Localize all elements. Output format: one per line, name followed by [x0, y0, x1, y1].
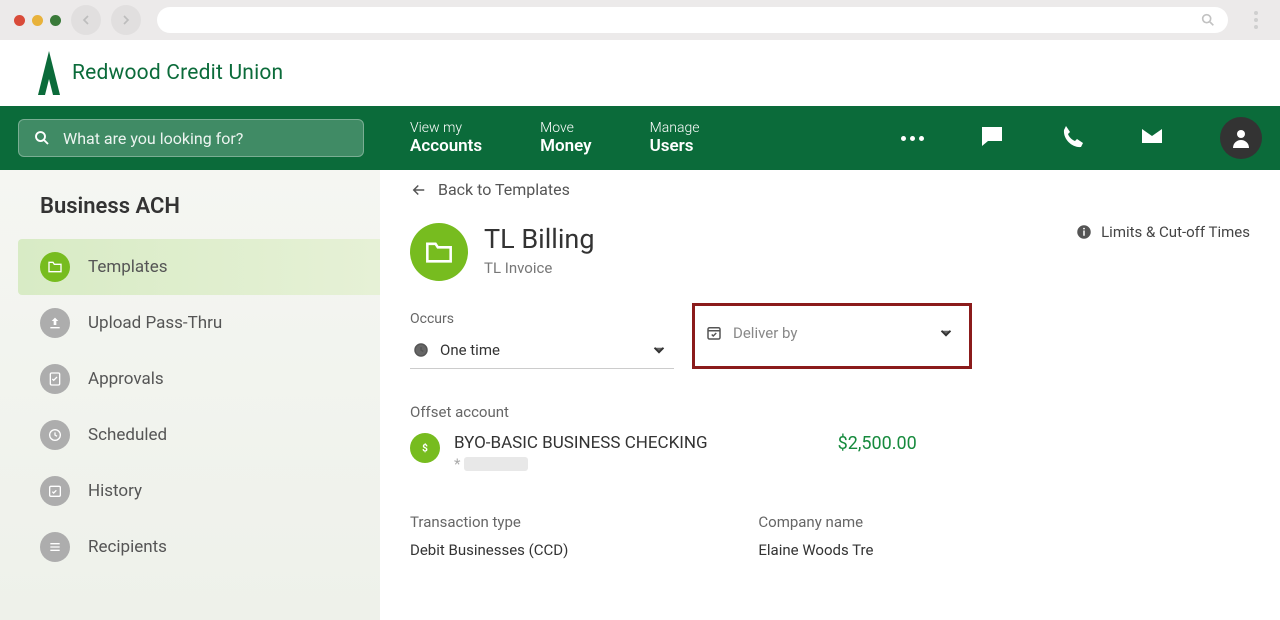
main-content: Back to Templates TL Billing TL Invoice …	[380, 170, 1280, 620]
sidebar-item-history[interactable]: History	[18, 463, 380, 519]
list-icon	[40, 532, 70, 562]
clock-icon	[40, 420, 70, 450]
deliver-by-field-highlight: Deliver by	[692, 303, 972, 369]
back-to-templates[interactable]: Back to Templates	[410, 180, 570, 199]
window-controls	[14, 15, 61, 26]
sidebar-item-upload[interactable]: Upload Pass-Thru	[18, 295, 380, 351]
arrow-left-icon	[410, 181, 428, 199]
folder-icon	[410, 223, 468, 281]
primary-nav: View my Accounts Move Money Manage Users	[0, 106, 1280, 170]
search-icon	[33, 129, 51, 147]
page-title: TL Billing	[484, 223, 595, 255]
phone-icon[interactable]	[1060, 124, 1084, 152]
occurs-value: One time	[440, 341, 500, 359]
nav-money[interactable]: Move Money	[540, 120, 591, 156]
clock-icon	[412, 341, 430, 359]
browser-chrome	[0, 0, 1280, 40]
sidebar-item-templates[interactable]: Templates	[18, 239, 380, 295]
deliver-by-placeholder: Deliver by	[733, 324, 797, 342]
nav-menu: View my Accounts Move Money Manage Users	[410, 120, 699, 156]
deliver-by-field[interactable]: Deliver by	[703, 314, 961, 352]
offset-account-row: $ BYO-BASIC BUSINESS CHECKING * $2,500.0…	[410, 433, 1250, 473]
nav-users[interactable]: Manage Users	[650, 120, 700, 156]
sidebar-item-approvals[interactable]: Approvals	[18, 351, 380, 407]
forward-nav-button[interactable]	[111, 5, 141, 35]
masked-digits	[464, 457, 528, 471]
more-menu-icon[interactable]	[901, 136, 924, 141]
chevron-down-icon	[650, 341, 668, 359]
clipboard-check-icon	[40, 364, 70, 394]
close-window[interactable]	[14, 15, 25, 26]
company-name-label: Company name	[758, 513, 873, 531]
mail-icon[interactable]	[1140, 124, 1164, 152]
upload-icon	[40, 308, 70, 338]
search-input[interactable]	[63, 129, 349, 148]
redwood-tree-icon	[36, 49, 62, 97]
nav-icons	[901, 117, 1262, 159]
calendar-icon	[705, 324, 723, 342]
logo-bar: Redwood Credit Union	[0, 40, 1280, 106]
folder-icon	[40, 252, 70, 282]
brand-logo[interactable]: Redwood Credit Union	[36, 49, 283, 97]
address-bar[interactable]	[157, 7, 1228, 33]
messages-icon[interactable]	[980, 124, 1004, 152]
offset-account-name: BYO-BASIC BUSINESS CHECKING	[454, 433, 708, 453]
minimize-window[interactable]	[32, 15, 43, 26]
dollar-icon: $	[410, 433, 440, 463]
sidebar-title: Business ACH	[0, 188, 380, 239]
sidebar-item-recipients[interactable]: Recipients	[18, 519, 380, 575]
chevron-down-icon	[937, 324, 955, 342]
maximize-window[interactable]	[50, 15, 61, 26]
browser-menu[interactable]	[1246, 11, 1266, 29]
profile-avatar[interactable]	[1220, 117, 1262, 159]
transaction-type-label: Transaction type	[410, 513, 568, 531]
page-subtitle: TL Invoice	[484, 259, 595, 277]
offset-account-masked: *	[454, 455, 708, 473]
offset-account-label: Offset account	[410, 403, 1250, 421]
nav-accounts[interactable]: View my Accounts	[410, 120, 482, 156]
transaction-type-value: Debit Businesses (CCD)	[410, 541, 568, 559]
offset-amount: $2,500.00	[838, 433, 917, 454]
info-icon	[1075, 223, 1093, 241]
sidebar: Business ACH Templates Upload Pass-Thru …	[0, 170, 380, 620]
company-name-value: Elaine Woods Tre	[758, 541, 873, 559]
limits-cutoff-link[interactable]: Limits & Cut-off Times	[1075, 223, 1250, 241]
calendar-check-icon	[40, 476, 70, 506]
occurs-field[interactable]: Occurs One time	[410, 311, 674, 369]
svg-text:$: $	[422, 441, 428, 454]
back-nav-button[interactable]	[71, 5, 101, 35]
sidebar-item-scheduled[interactable]: Scheduled	[18, 407, 380, 463]
brand-name: Redwood Credit Union	[72, 61, 283, 85]
search-icon	[1200, 12, 1216, 28]
site-search[interactable]	[18, 119, 364, 157]
